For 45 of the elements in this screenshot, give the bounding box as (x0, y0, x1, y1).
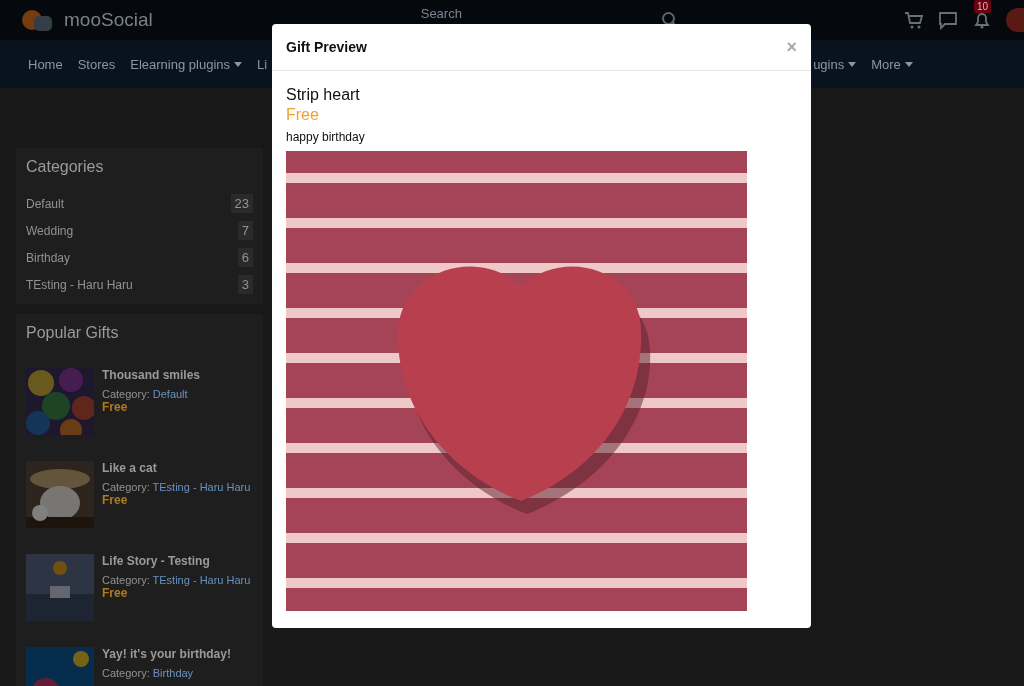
caret-icon (848, 61, 857, 67)
gift-title[interactable]: Yay! it's your birthday! (102, 647, 231, 661)
gift-category: Category: Birthday (102, 667, 194, 679)
category-link[interactable]: Default (152, 388, 188, 400)
category-link[interactable]: Birthday (26, 250, 71, 265)
caret-icon (234, 61, 242, 67)
nav-link[interactable]: More (871, 56, 913, 72)
nav-link[interactable]: ugins (813, 56, 857, 72)
category-count: 7 (237, 221, 253, 240)
chat-icon[interactable] (938, 10, 958, 30)
cart-icon[interactable] (904, 10, 924, 30)
category-count: 6 (237, 248, 253, 267)
bell-icon[interactable] (972, 10, 992, 30)
caret-icon (904, 61, 913, 67)
category-link[interactable]: TEsting - Haru Haru (26, 277, 133, 292)
panel-title: Categories (26, 158, 105, 176)
category-link[interactable]: TEsting - Haru Haru (152, 574, 251, 586)
gift-category: Category: TEsting - Haru Haru (102, 481, 251, 493)
category-link[interactable]: Birthday (152, 667, 194, 679)
gift-message: happy birthday (286, 130, 366, 144)
category-link[interactable]: TEsting - Haru Haru (152, 481, 251, 493)
category-link[interactable]: Default (26, 196, 65, 211)
nav-link[interactable]: Home (28, 56, 63, 72)
gift-category: Category: Default (102, 388, 188, 400)
logo-text[interactable]: mooSocial (64, 9, 153, 31)
gift-price: Free (102, 400, 128, 414)
category-count: 3 (237, 275, 253, 294)
gift-title[interactable]: Like a cat (102, 461, 157, 475)
notification-badge: 10 (974, 0, 992, 13)
nav-link[interactable]: Elearning plugins (130, 56, 242, 72)
panel-title: Popular Gifts (26, 324, 120, 342)
gift-price: Free (102, 586, 128, 600)
gift-title[interactable]: Life Story - Testing (102, 554, 210, 568)
gift-category: Category: TEsting - Haru Haru (102, 574, 251, 586)
category-count: 23 (230, 194, 253, 213)
search-field[interactable]: Search (420, 6, 651, 21)
gift-name: Strip heart (286, 86, 361, 104)
gift-title[interactable]: Thousand smiles (102, 368, 201, 382)
nav-link[interactable]: Stores (77, 56, 116, 72)
category-link[interactable]: Wedding (26, 223, 74, 238)
logo-icon[interactable] (20, 7, 54, 33)
gift-price: Free (102, 493, 128, 507)
dialog-title: Gift Preview (286, 39, 367, 55)
nav-link[interactable]: Li (257, 56, 268, 72)
gift-price: Free (286, 106, 320, 124)
